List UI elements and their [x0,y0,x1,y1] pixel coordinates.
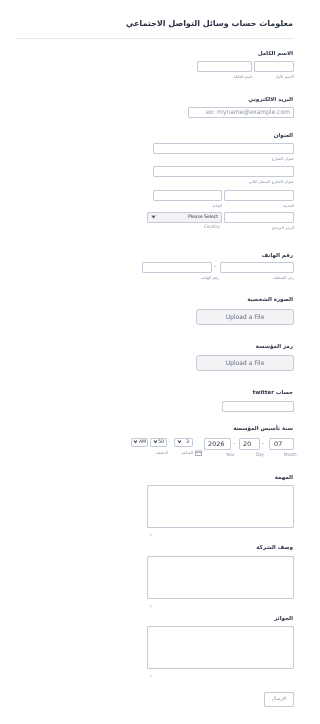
street-address-line2-sublabel: عنوان الشارع السطر الثاني [248,179,294,184]
hour-value: 3 [186,440,189,445]
year-value: 2026 [208,440,225,448]
ampm-value: AM [139,440,146,445]
hour-sublabel: الساعة [181,450,193,455]
form-title: معلومات حساب وسائل التواصل الاجتماعي [125,19,293,28]
time-separator: : [168,438,170,444]
area-code-sublabel: رمز المنطقة [273,275,294,280]
email-input[interactable]: ex: myname@example.com [188,107,294,118]
day-input[interactable]: 20 [239,438,260,450]
title-divider [17,38,293,39]
awards-label: الجوائز [274,616,293,622]
month-value: 07 [274,440,283,448]
first-name-input[interactable] [254,61,294,72]
date-separator-2: - [233,440,236,447]
street-address-sublabel: عنوان الشارع [271,156,294,161]
first-name-sublabel: الاسم الأول [275,74,294,79]
twitter-input[interactable] [222,401,294,412]
phone-number-input[interactable] [142,262,212,273]
country-select-value: Please Select [188,215,218,220]
minute-sublabel: الدقيقة [156,450,168,455]
city-input[interactable] [224,190,294,201]
email-label: البريد الالكتروني [248,97,293,103]
resize-grip-icon[interactable] [149,593,153,608]
twitter-label: حساب twitter [252,390,293,396]
mission-label: المهمة [274,475,293,481]
chevron-down-icon [153,439,158,445]
date-separator-1: - [262,440,265,447]
day-sublabel: Day [256,452,264,457]
last-name-sublabel: اسم العائلة [233,74,252,79]
company-description-label: وصف الشركة [256,545,293,551]
chevron-down-icon [151,214,156,220]
street-address-line2-input[interactable] [153,166,294,177]
day-value: 20 [243,440,252,448]
chevron-down-icon [177,439,182,445]
month-input[interactable]: 07 [269,438,294,450]
year-sublabel: Year [226,452,235,457]
social-media-form: معلومات حساب وسائل التواصل الاجتماعي الا… [0,0,310,724]
state-input[interactable] [153,190,222,201]
city-sublabel: المدينة [282,203,294,208]
organization-logo-upload-button[interactable]: Upload a File [196,355,294,371]
country-select[interactable]: Please Select [147,212,222,223]
full-name-label: الاسم الكامل [257,51,293,57]
chevron-down-icon [133,439,138,445]
minute-select[interactable]: 50 [150,438,167,447]
street-address-input[interactable] [153,143,294,154]
postal-code-sublabel: الرمز البريدي [271,225,294,230]
calendar-icon[interactable] [195,441,202,460]
phone-separator: - [214,263,217,270]
postal-code-input[interactable] [224,212,294,223]
country-sublabel: Country [204,224,220,229]
organization-logo-label: رمز المؤسسة [255,344,293,350]
ampm-select[interactable]: AM [131,438,148,447]
resize-grip-icon[interactable] [149,522,153,537]
last-name-input[interactable] [197,61,252,72]
profile-photo-label: الصورة الشخصية [247,297,293,303]
submit-button[interactable]: الإرسال [264,692,294,707]
state-sublabel: الولاية [212,203,222,208]
year-input[interactable]: 2026 [204,438,231,450]
area-code-input[interactable] [220,262,294,273]
month-sublabel: Month [284,452,297,457]
phone-label: رقم الهاتف [261,253,293,259]
address-label: العنوان [273,133,293,139]
founded-label: سنة تأسيس المؤسسة [233,426,293,432]
profile-photo-upload-button[interactable]: Upload a File [196,309,294,325]
phone-number-sublabel: رقم الهاتف [200,275,219,280]
resize-grip-icon[interactable] [149,663,153,678]
company-description-textarea[interactable] [147,556,294,608]
awards-textarea[interactable] [147,626,294,678]
minute-value: 50 [158,440,164,445]
email-placeholder: ex: myname@example.com [205,109,290,116]
hour-select[interactable]: 3 [174,438,193,447]
mission-textarea[interactable] [147,485,294,537]
